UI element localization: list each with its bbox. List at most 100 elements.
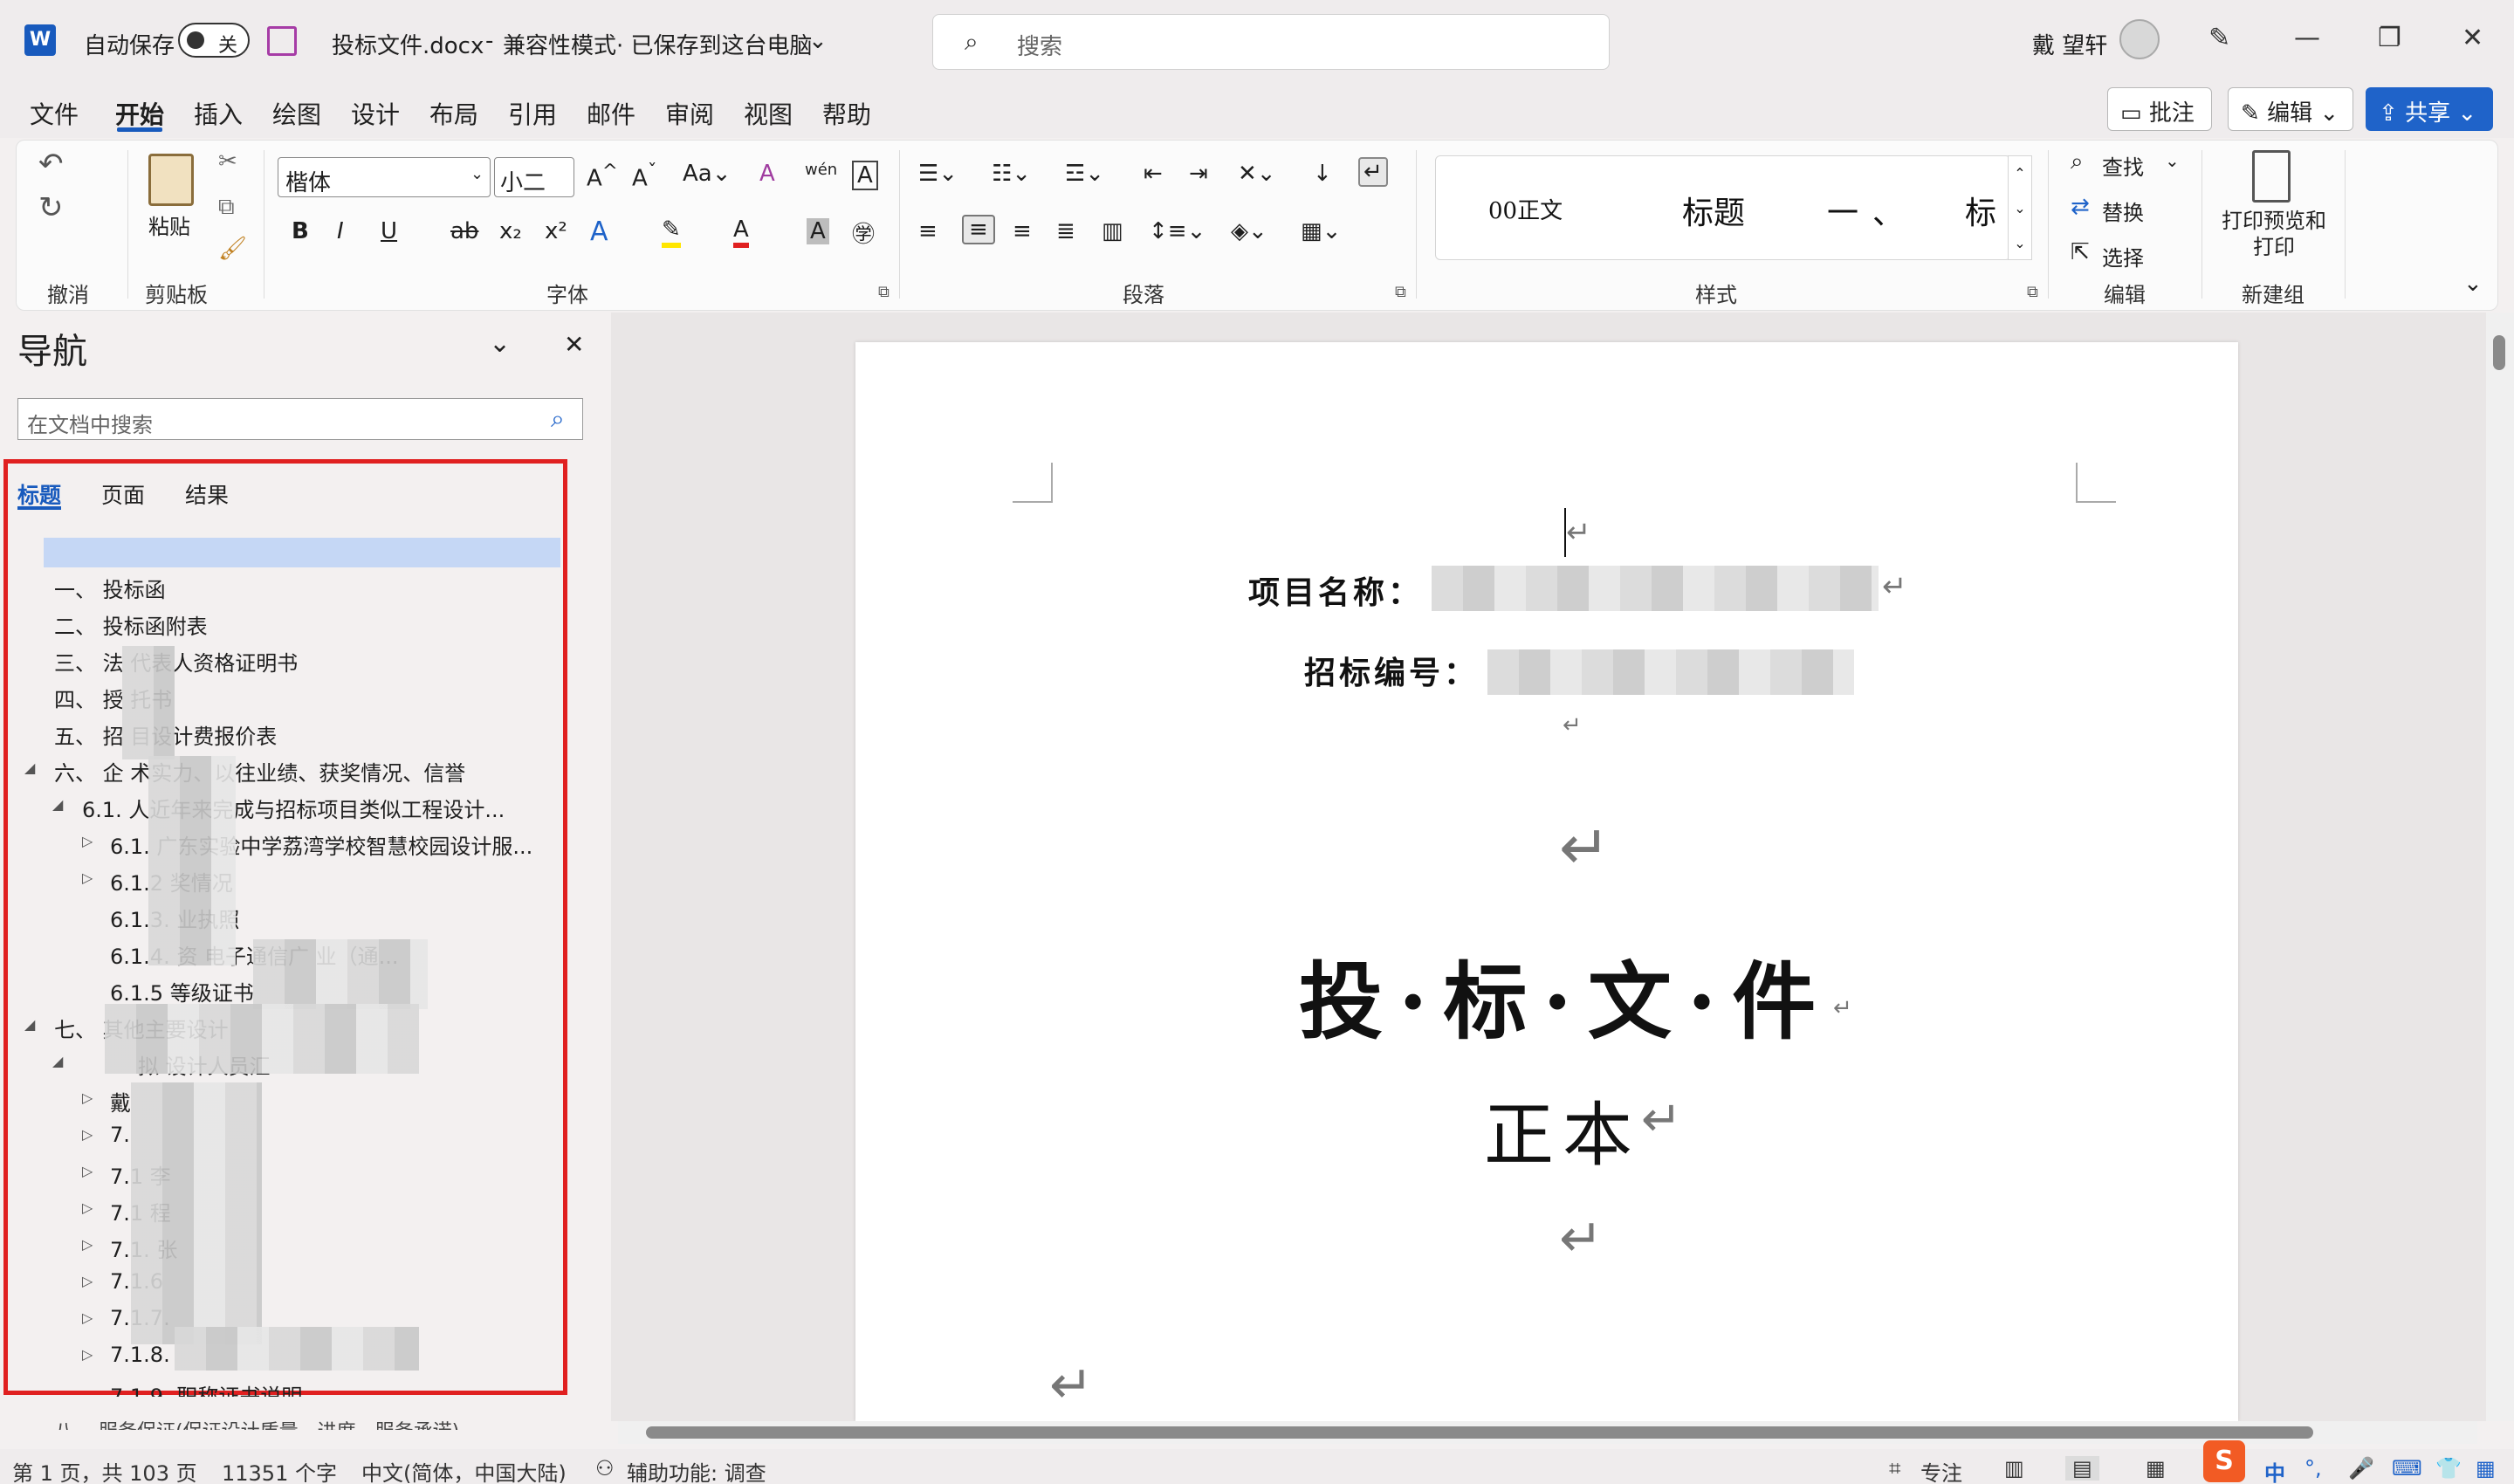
nav-tab-headings[interactable]: 标题 [17,478,61,510]
search-icon[interactable]: ⌕ [551,404,565,434]
styles-gallery[interactable]: 00正文 标题 一、 标 [1435,155,2011,260]
superscript-icon[interactable]: x² [545,218,567,244]
expand-arrow-icon[interactable]: ▷ [82,833,93,849]
accessibility-status[interactable]: 辅助功能: 调查 [627,1456,766,1484]
cut-icon[interactable]: ✂ [218,148,237,175]
tab-home[interactable]: 开始 [115,96,164,131]
print-preview-icon[interactable] [2252,150,2291,203]
tab-insert[interactable]: 插入 [194,96,243,131]
focus-button[interactable]: 专注 [1920,1456,1962,1484]
subscript-icon[interactable]: x₂ [499,218,522,244]
paste-icon[interactable] [148,154,194,206]
print-layout-icon[interactable]: ▤ [2065,1456,2099,1481]
select-button[interactable]: 选择 [2102,241,2144,271]
style-heading1[interactable]: 一、 [1827,188,1918,233]
vertical-scroll-thumb[interactable] [2493,335,2505,370]
copy-icon[interactable]: ⧉ [218,194,235,221]
chevron-down-icon[interactable]: ⌄ [808,28,828,54]
keyboard-icon[interactable]: ⌨ [2392,1456,2422,1481]
italic-icon[interactable]: I [337,218,344,244]
decrease-indent-icon[interactable]: ⇤ [1144,161,1163,187]
collapse-ribbon-icon[interactable]: ⌄ [2463,271,2483,297]
strikethrough-icon[interactable]: ab [450,218,478,244]
chevron-down-icon[interactable]: ⌄ [2165,150,2180,171]
enclose-char-icon[interactable]: ㊫ [852,216,875,249]
focus-icon[interactable]: ⌗ [1889,1456,1901,1481]
text-effects-icon[interactable]: A [590,216,608,247]
tab-help[interactable]: 帮助 [822,96,871,131]
autosave-toggle[interactable]: 关 [178,23,250,58]
undo-icon[interactable]: ↶ [38,147,64,182]
save-status[interactable]: · 已保存到这台电脑 [616,28,813,60]
numbering-icon[interactable]: ☷⌄ [992,161,1031,187]
pen-icon[interactable]: ✎ [2208,23,2230,53]
font-size-select[interactable]: 小二 [494,157,574,197]
tree-item[interactable]: 六、 企 术实力、以往业绩、获奖情况、信誉 [54,756,560,787]
paste-label[interactable]: 粘贴 [148,210,190,240]
align-center-icon[interactable]: ≡ [962,215,995,244]
expand-arrow-icon[interactable]: ▷ [82,1199,93,1216]
expand-arrow-icon[interactable]: ▷ [82,1273,93,1289]
bullets-icon[interactable]: ☰⌄ [918,161,958,187]
find-icon[interactable]: ⌕ [2071,148,2084,175]
tab-review[interactable]: 审阅 [665,96,714,131]
justify-icon[interactable]: ≣ [1056,218,1075,244]
line-spacing-icon[interactable]: ↕≡⌄ [1149,218,1205,244]
sort-icon[interactable]: ↓ [1313,161,1332,187]
comment-button[interactable]: ▭ 批注 [2107,87,2212,131]
tab-layout[interactable]: 布局 [429,96,478,131]
grow-font-icon[interactable]: A^ [587,161,618,192]
borders-icon[interactable]: ▦⌄ [1301,218,1341,244]
change-case-icon[interactable]: Aa⌄ [683,161,732,187]
restore-icon[interactable]: ❐ [2378,23,2401,53]
expand-arrow-icon[interactable]: ▷ [82,1126,93,1143]
style-title[interactable]: 标题 [1682,188,1745,233]
close-icon[interactable]: ✕ [2462,23,2483,53]
distributed-icon[interactable]: ▥ [1102,218,1123,244]
underline-icon[interactable]: U [381,218,397,244]
align-left-icon[interactable]: ≡ [918,218,938,244]
expand-arrow-icon[interactable]: ▷ [82,1346,93,1363]
collapse-arrow-icon[interactable]: ◢ [52,1053,63,1069]
collapse-arrow-icon[interactable]: ◢ [24,1016,35,1033]
search-box[interactable]: ⌕ 搜索 [932,14,1610,70]
styles-scroll[interactable]: ⌃ ⌄ ⌄ [2008,155,2032,260]
collapse-arrow-icon[interactable]: ◢ [24,759,35,776]
ime-punct-icon[interactable]: °, [2304,1456,2322,1481]
replace-icon[interactable]: ⇄ [2071,194,2090,220]
tab-file[interactable]: 文件 [30,96,79,131]
shading-icon[interactable]: ◈⌄ [1231,218,1267,244]
nav-tab-results[interactable]: 结果 [185,478,229,510]
highlight-icon[interactable]: ✎ [662,216,681,248]
close-icon[interactable]: ✕ [564,330,584,359]
expand-arrow-icon[interactable]: ▷ [82,869,93,886]
nav-tab-pages[interactable]: 页面 [101,478,145,510]
save-icon[interactable] [267,26,297,56]
bold-icon[interactable]: B [292,218,309,244]
dialog-launcher-icon[interactable]: ⧉ [878,283,890,301]
tree-item[interactable]: 一、 投标函 [54,573,560,603]
find-button[interactable]: 查找 [2102,150,2144,181]
share-button[interactable]: ⇪ 共享 ⌄ [2366,87,2493,131]
align-right-icon[interactable]: ≡ [1013,218,1032,244]
style-heading2[interactable]: 标 [1965,188,1996,233]
shrink-font-icon[interactable]: Aˇ [632,161,657,192]
selected-heading-row[interactable] [44,538,560,567]
expand-arrow-icon[interactable]: ▷ [82,1163,93,1179]
dialog-launcher-icon[interactable]: ⧉ [1395,283,1406,301]
format-painter-icon[interactable]: 🖌 [218,236,247,262]
minimize-icon[interactable]: — [2294,23,2320,53]
ime-mode[interactable]: 中 [2264,1456,2285,1484]
char-border-icon[interactable]: A [852,161,878,190]
vertical-scrollbar[interactable] [2486,313,2514,1421]
tree-item[interactable]: 二、 投标函附表 [54,609,560,640]
toolbox-icon[interactable]: ▦ [2476,1456,2496,1481]
page-count[interactable]: 第 1 页，共 103 页 [12,1456,197,1484]
skin-icon[interactable]: 👕 [2435,1456,2462,1481]
multilevel-list-icon[interactable]: ☲⌄ [1065,161,1104,187]
collapse-arrow-icon[interactable]: ◢ [52,796,63,813]
font-color-icon[interactable]: A [733,216,749,248]
horizontal-scroll-thumb[interactable] [646,1426,2313,1439]
tab-design[interactable]: 设计 [351,96,400,131]
read-mode-icon[interactable]: ▥ [2004,1456,2024,1481]
